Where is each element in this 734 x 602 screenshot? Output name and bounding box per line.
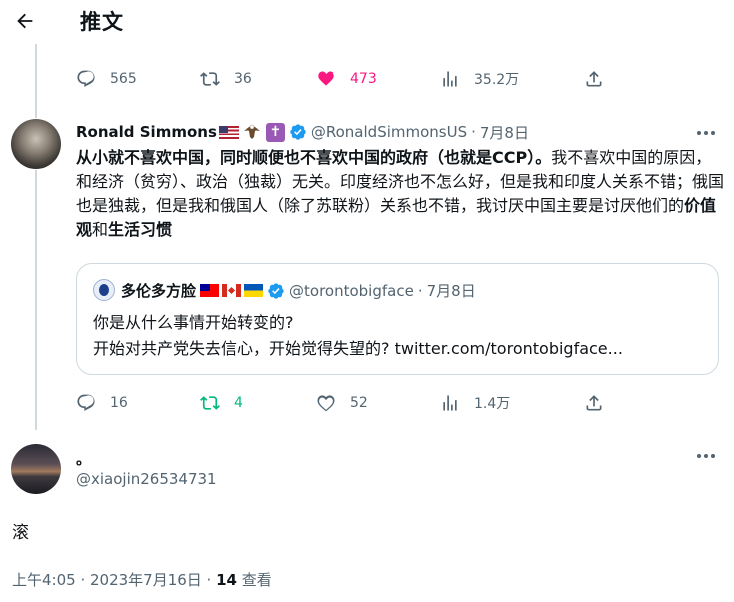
- retweet-icon: [200, 72, 220, 86]
- back-button[interactable]: [12, 8, 38, 34]
- retweet-button[interactable]: 4: [200, 391, 243, 415]
- reply-view-count: 14: [216, 571, 237, 589]
- author-handle[interactable]: @RonaldSimmonsUS: [311, 123, 467, 141]
- more-dot-icon: [697, 131, 701, 135]
- author-name[interactable]: Ronald Simmons: [76, 123, 217, 141]
- share-icon: [586, 71, 602, 87]
- reply-text: 滚: [12, 523, 29, 543]
- verified-badge-icon: [268, 282, 284, 299]
- eagle-icon: [243, 124, 260, 139]
- tweet-date[interactable]: 7月8日: [480, 122, 529, 143]
- thread-connector: [35, 44, 37, 118]
- reply-views-label: 查看: [236, 571, 272, 589]
- reply-author-name[interactable]: 。: [76, 448, 91, 469]
- tweet-text-bold: 生活习惯: [108, 220, 173, 239]
- quoted-author-handle: @torontobigface: [289, 281, 414, 300]
- us-flag-icon: [218, 125, 239, 139]
- reply-meta: 上午4:05 · 2023年7月16日 · 14 查看: [12, 569, 272, 590]
- like-button[interactable]: 52: [316, 391, 368, 415]
- reply-more-options-button[interactable]: [694, 444, 718, 468]
- quoted-line-1: 你是从什么事情开始转变的?: [93, 313, 294, 332]
- analytics-icon: [443, 71, 457, 87]
- like-count: 473: [350, 71, 377, 87]
- taiwan-flag-icon: [200, 284, 220, 297]
- ukraine-flag-icon: [244, 284, 264, 297]
- quoted-author-name: 多伦多方脸: [121, 282, 197, 300]
- reply-icon: [77, 394, 95, 411]
- retweet-count: 4: [234, 395, 243, 411]
- verified-badge-icon: [290, 124, 306, 140]
- views-button[interactable]: 35.2万: [440, 67, 519, 91]
- more-dot-icon: [704, 454, 708, 458]
- quoted-tweet-date: 7月8日: [426, 282, 476, 300]
- cross-icon: ✝: [265, 122, 285, 142]
- more-dot-icon: [697, 454, 701, 458]
- page-title: 推文: [80, 10, 124, 34]
- tweet-text-segment: 和: [92, 220, 109, 239]
- more-dot-icon: [711, 454, 715, 458]
- tweet-header: Ronald Simmons ✝ @RonaldSimmonsUS · 7月8日: [76, 121, 529, 143]
- thread-connector-2: [35, 170, 37, 430]
- reply-icon: [77, 70, 95, 87]
- reply-button[interactable]: 565: [76, 67, 137, 91]
- canada-flag-icon: [222, 284, 242, 297]
- view-count: 1.4万: [474, 396, 511, 412]
- quoted-author-avatar: [93, 279, 115, 301]
- reply-count: 565: [110, 71, 137, 87]
- views-button[interactable]: 1.4万: [440, 391, 510, 415]
- more-dot-icon: [711, 131, 715, 135]
- share-button[interactable]: [584, 67, 604, 91]
- arrow-left-icon: [17, 13, 33, 29]
- quoted-line-2: 开始对共产党失去信心，开始觉得失望的? twitter.com/torontob…: [93, 339, 623, 358]
- more-options-button[interactable]: [694, 121, 718, 145]
- quoted-tweet-text: 你是从什么事情开始转变的? 开始对共产党失去信心，开始觉得失望的? twitte…: [93, 310, 703, 362]
- reply-author-handle[interactable]: @xiaojin26534731: [76, 470, 217, 488]
- header: 推文: [0, 0, 734, 44]
- tweet-text-bold: 从小就不喜欢中国，同时顺便也不喜欢中国的政府（也就是CCP）。: [76, 148, 552, 167]
- separator-dot: ·: [471, 123, 476, 141]
- retweet-button[interactable]: 36: [200, 67, 252, 91]
- view-count: 35.2万: [474, 72, 520, 88]
- share-icon: [586, 395, 602, 411]
- like-count: 52: [350, 395, 368, 411]
- like-button[interactable]: 473: [316, 67, 377, 91]
- tweet-actions: 16 4 52 1.4万: [76, 391, 616, 415]
- quoted-tweet-header: 多伦多方脸 @torontobigface · 7月8日: [121, 280, 476, 301]
- avatar-xiaojin[interactable]: [11, 444, 61, 494]
- heart-filled-icon: [318, 71, 334, 86]
- reply-timestamp[interactable]: 上午4:05 · 2023年7月16日 ·: [12, 571, 216, 589]
- tweet-text: 从小就不喜欢中国，同时顺便也不喜欢中国的政府（也就是CCP）。我不喜欢中国的原因…: [76, 146, 724, 242]
- separator-dot: ·: [417, 281, 423, 300]
- heart-icon: [317, 395, 335, 412]
- retweet-count: 36: [234, 71, 252, 87]
- quoted-tweet-card[interactable]: 多伦多方脸 @torontobigface · 7月8日 你是从什么事情开始转变…: [76, 263, 719, 375]
- analytics-icon: [443, 395, 457, 411]
- parent-tweet-actions: 565 36 473 35.2万: [76, 67, 616, 91]
- reply-count: 16: [110, 395, 128, 411]
- reply-button[interactable]: 16: [76, 391, 128, 415]
- retweet-icon: [200, 396, 220, 410]
- more-dot-icon: [704, 131, 708, 135]
- avatar-ronald-simmons[interactable]: [11, 119, 61, 169]
- share-button[interactable]: [584, 391, 604, 415]
